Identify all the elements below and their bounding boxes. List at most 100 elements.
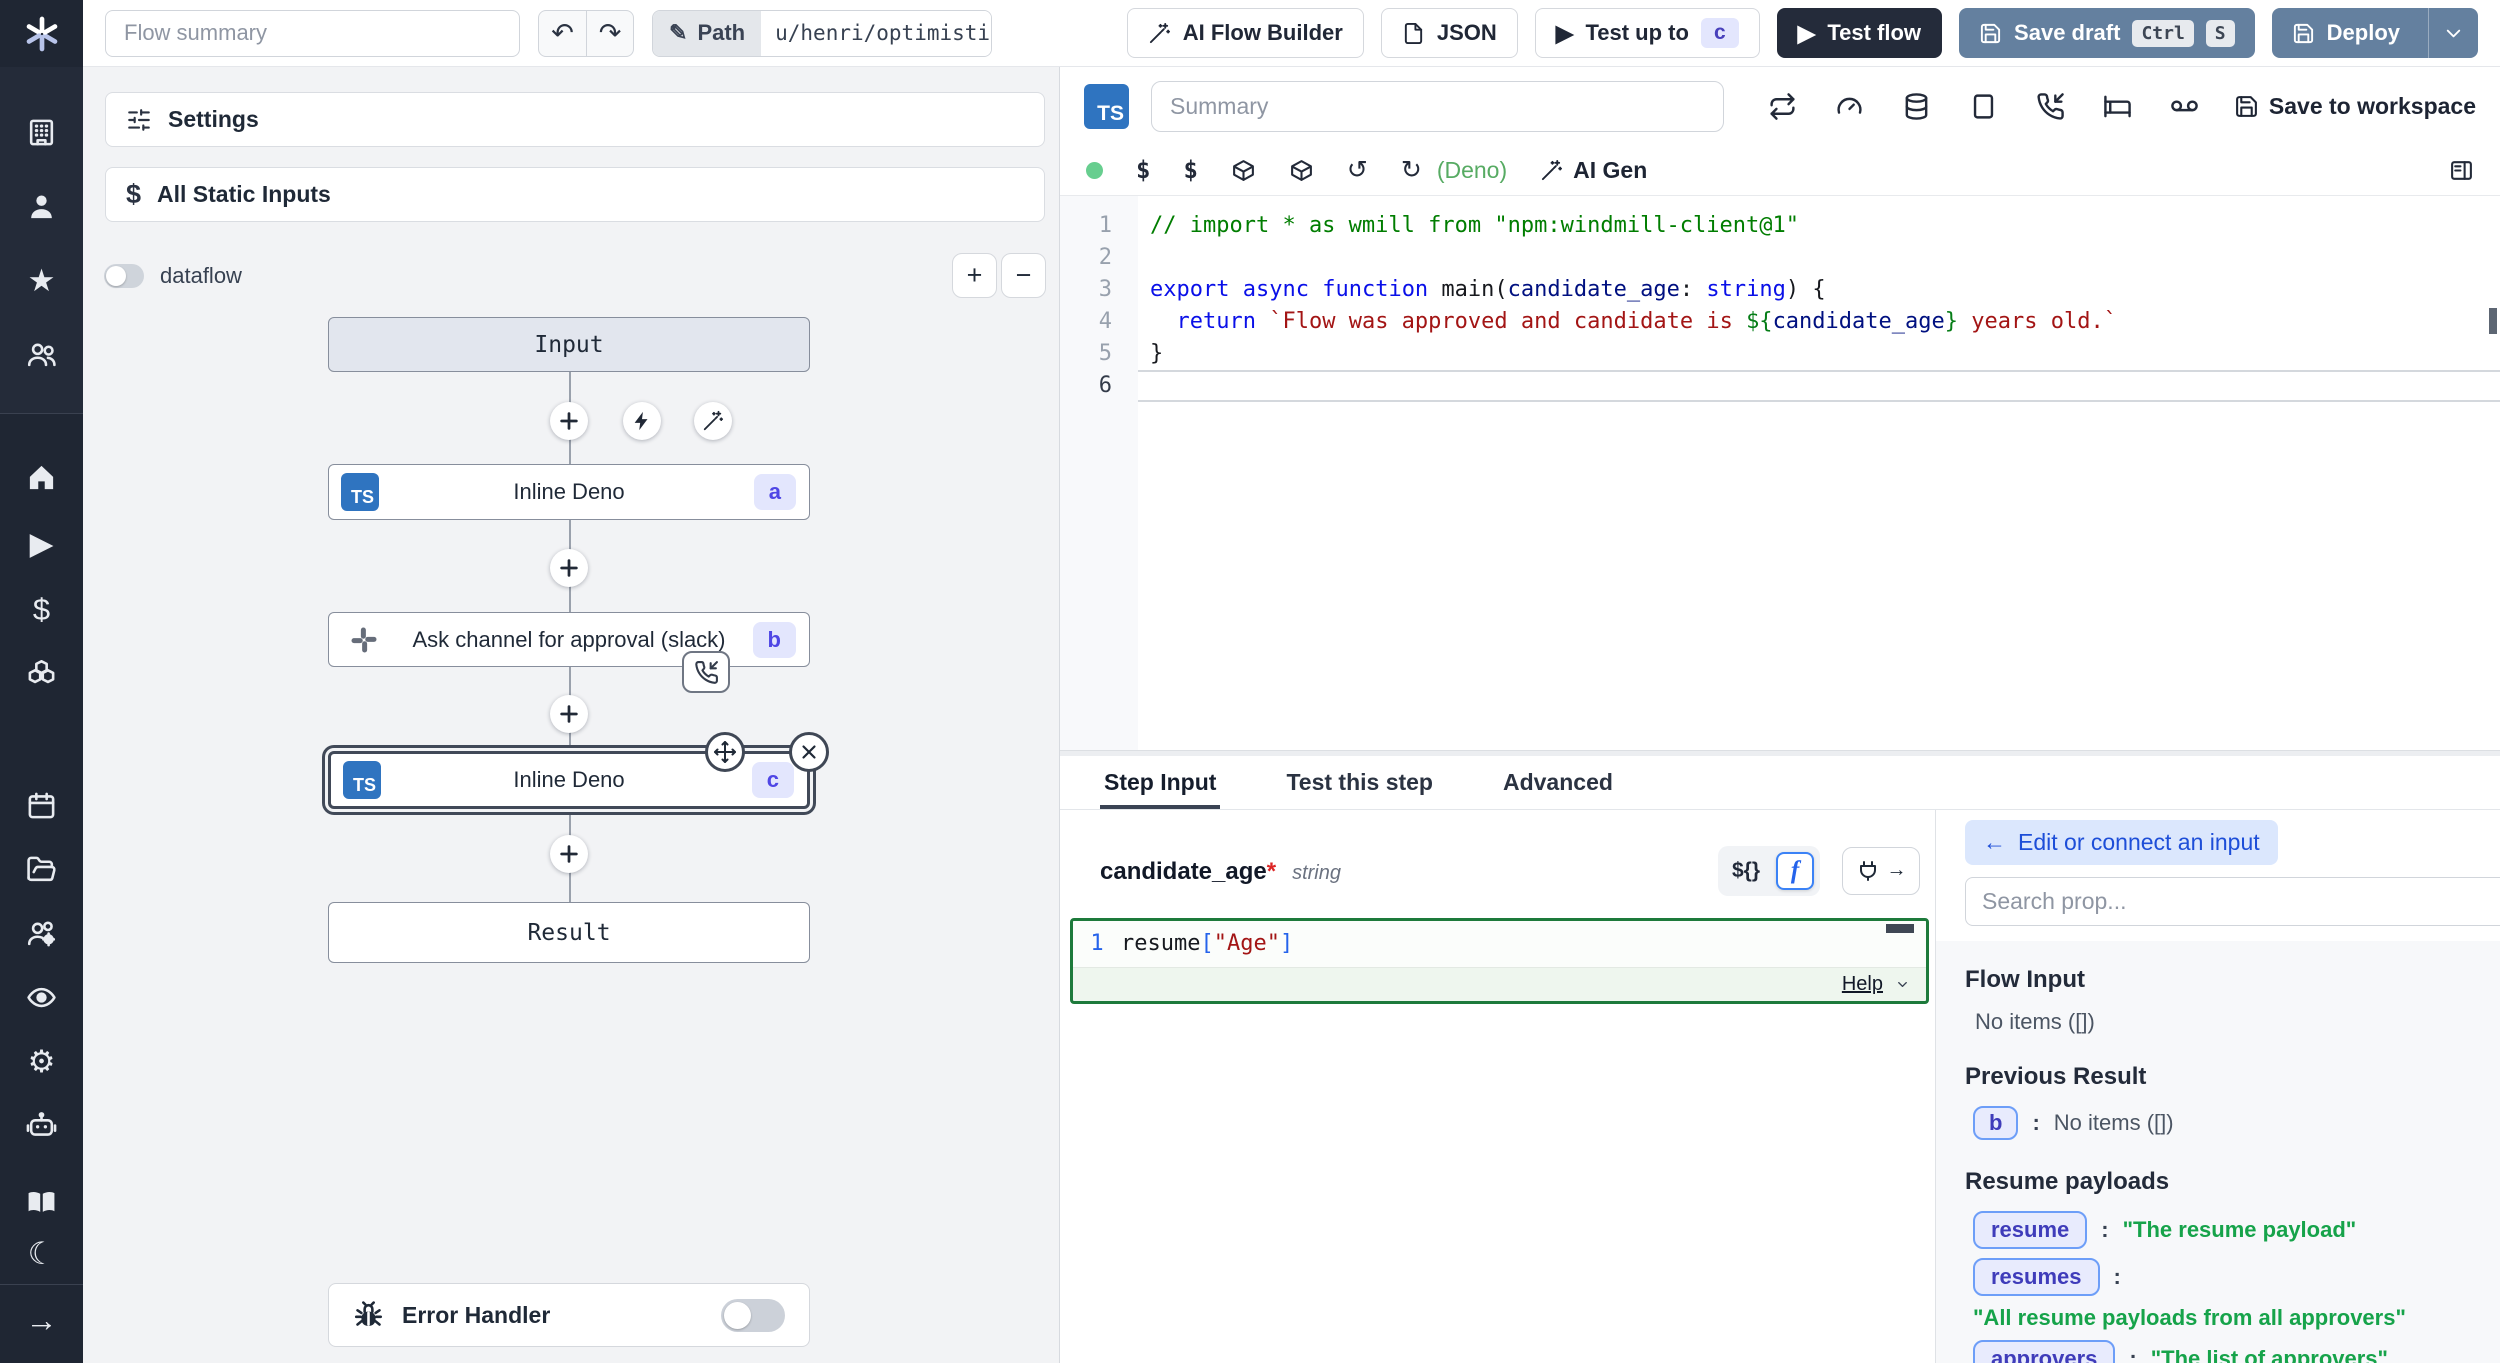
reset-code-button[interactable]: ↺ <box>1347 155 1368 185</box>
flow-node-b[interactable]: Ask channel for approval (slack) b <box>328 612 810 667</box>
error-handler-toggle[interactable] <box>721 1299 785 1332</box>
path-edit-button[interactable]: ✎ Path <box>653 11 761 56</box>
early-stop-icon[interactable] <box>1835 92 1864 121</box>
add-step-button[interactable] <box>550 835 588 873</box>
sidebar-item-settings[interactable]: ⚙ <box>22 1042 62 1080</box>
tab-test-this-step[interactable]: Test this step <box>1282 756 1437 809</box>
flow-summary-input[interactable] <box>105 10 520 57</box>
suspend-approval-badge[interactable] <box>682 651 730 693</box>
code-line[interactable]: 6 <box>1060 370 2500 402</box>
code-line[interactable]: 5} <box>1060 338 2500 370</box>
sidebar-item-folders[interactable] <box>22 850 62 888</box>
prop-badge-resume[interactable]: resume <box>1973 1211 2087 1249</box>
sidebar-item-runs[interactable]: ▶ <box>22 524 62 562</box>
ai-flow-builder-button[interactable]: AI Flow Builder <box>1127 8 1364 58</box>
prop-badge-resumes[interactable]: resumes <box>1973 1258 2100 1296</box>
resume-payload-rows: resume:"The resume payload"resumes:"All … <box>1965 1211 2500 1363</box>
redo-button[interactable]: ↷ <box>586 11 633 56</box>
flow-node-input[interactable]: Input <box>328 317 810 372</box>
add-step-button[interactable] <box>550 402 588 440</box>
prop-badge-approvers[interactable]: approvers <box>1973 1340 2115 1363</box>
test-up-to-button[interactable]: ▶ Test up to c <box>1535 8 1760 58</box>
prop-badge-b[interactable]: b <box>1973 1106 2018 1140</box>
dataflow-toggle[interactable] <box>104 264 144 288</box>
undo-button[interactable]: ↶ <box>539 11 586 56</box>
sidebar-item-audit-logs[interactable] <box>22 978 62 1016</box>
tab-advanced[interactable]: Advanced <box>1499 756 1617 809</box>
previous-result-value: No items ([]) <box>2054 1110 2174 1136</box>
sidebar-item-variables[interactable]: $ <box>22 590 62 628</box>
sidebar-item-workers[interactable] <box>22 914 62 952</box>
all-static-inputs-row[interactable]: $ All Static Inputs <box>105 167 1045 222</box>
reload-runtime-button[interactable]: ↻ <box>1401 155 1422 185</box>
zoom-out-button[interactable]: − <box>1001 253 1046 298</box>
error-handler-row[interactable]: Error Handler <box>328 1283 810 1347</box>
sidebar-expand-button[interactable]: → <box>22 1301 62 1339</box>
home-icon <box>26 462 57 493</box>
flow-node-a[interactable]: TS Inline Deno a <box>328 464 810 520</box>
code-line[interactable]: 2 <box>1060 242 2500 274</box>
tab-step-input[interactable]: Step Input <box>1100 756 1220 809</box>
editor-toolbar: $ $ ↺ ↻ (Deno) AI Gen <box>1060 145 2500 195</box>
sidebar-item-user[interactable] <box>22 187 62 225</box>
resource-picker-button[interactable]: $ <box>1183 156 1197 184</box>
sidebar-item-resources[interactable] <box>22 656 62 694</box>
sidebar-item-docs[interactable] <box>22 1182 62 1220</box>
deploy-dropdown-button[interactable] <box>2428 8 2478 58</box>
concurrency-icon[interactable] <box>2170 92 2199 121</box>
code-line[interactable]: 1// import * as wmill from "npm:windmill… <box>1060 210 2500 242</box>
expression-line[interactable]: 1 resume["Age"] <box>1073 921 1926 968</box>
javascript-mode-option[interactable]: f <box>1776 852 1814 890</box>
mock-icon[interactable] <box>1969 92 1998 121</box>
json-button[interactable]: JSON <box>1381 8 1518 58</box>
editor-scrollbar-thumb[interactable] <box>2489 308 2497 334</box>
save-draft-button[interactable]: Save draft Ctrl S <box>1959 8 2255 58</box>
cache-icon[interactable] <box>1902 92 1931 121</box>
code-line[interactable]: 4 return `Flow was approved and candidat… <box>1060 306 2500 338</box>
zoom-in-button[interactable]: + <box>952 253 997 298</box>
sidebar-item-theme[interactable]: ☾ <box>22 1234 62 1272</box>
sidebar-item-favorites[interactable]: ★ <box>22 261 62 299</box>
building-icon <box>26 117 57 148</box>
connect-input-button[interactable]: → <box>1842 847 1920 895</box>
play-icon: ▶ <box>1556 22 1574 45</box>
save-to-workspace-button[interactable]: Save to workspace <box>2234 93 2476 120</box>
chevron-down-icon[interactable] <box>1895 977 1910 992</box>
sidebar-item-home[interactable] <box>22 458 62 496</box>
step-summary-input[interactable] <box>1151 81 1724 132</box>
package-icon[interactable] <box>1289 158 1314 183</box>
add-step-button[interactable] <box>550 549 588 587</box>
expression-editor[interactable]: 1 resume["Age"] Help <box>1070 918 1929 1004</box>
sidebar-item-groups[interactable] <box>22 335 62 373</box>
search-prop-input[interactable] <box>1965 877 2500 926</box>
sidebar-item-workspace[interactable] <box>22 113 62 151</box>
edit-or-connect-button[interactable]: ← Edit or connect an input <box>1965 820 2278 865</box>
sidebar-item-ai[interactable] <box>22 1106 62 1144</box>
move-node-button[interactable] <box>705 732 745 772</box>
package-icon[interactable] <box>1231 158 1256 183</box>
code-line[interactable]: 3export async function main(candidate_ag… <box>1060 274 2500 306</box>
ai-gen-button[interactable]: AI Gen <box>1540 157 1647 184</box>
flow-node-c-selected[interactable]: TS Inline Deno c <box>328 751 810 809</box>
sidebar-item-schedules[interactable] <box>22 786 62 824</box>
path-value[interactable]: u/henri/optimistic_flo <box>761 11 991 56</box>
flow-node-result[interactable]: Result <box>328 902 810 963</box>
help-link[interactable]: Help <box>1842 973 1883 996</box>
suspend-icon[interactable] <box>2036 92 2065 121</box>
editor-header: TS Save to workspace <box>1060 67 2500 145</box>
delete-node-button[interactable] <box>789 732 829 772</box>
library-panel-icon[interactable] <box>2449 158 2474 183</box>
windmill-logo-icon[interactable] <box>0 0 83 67</box>
deploy-button[interactable]: Deploy <box>2272 8 2478 58</box>
test-flow-button[interactable]: ▶ Test flow <box>1777 8 1942 58</box>
ai-add-step-button[interactable] <box>694 402 732 440</box>
template-mode-option[interactable]: ${} <box>1724 859 1768 883</box>
flow-settings-row[interactable]: Settings <box>105 92 1045 147</box>
retries-icon[interactable] <box>1768 92 1797 121</box>
add-step-button[interactable] <box>550 695 588 733</box>
expression-scrollbar-thumb[interactable] <box>1886 924 1914 933</box>
variable-picker-button[interactable]: $ <box>1136 156 1150 184</box>
sleep-icon[interactable] <box>2103 92 2132 121</box>
code-editor[interactable]: 1// import * as wmill from "npm:windmill… <box>1060 195 2500 750</box>
add-trigger-button[interactable] <box>623 402 661 440</box>
